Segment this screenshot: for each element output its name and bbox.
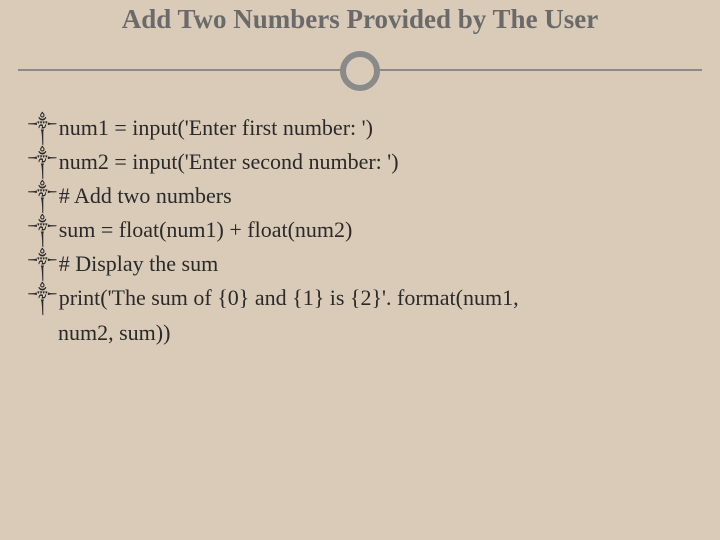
code-line: # Add two numbers	[59, 179, 692, 213]
list-item: ༒ num1 = input('Enter first number: ')	[28, 111, 692, 145]
code-line: # Display the sum	[59, 247, 692, 281]
code-line: print('The sum of {0} and {1} is {2}'. f…	[59, 281, 692, 315]
code-line: num2 = input('Enter second number: ')	[59, 145, 692, 179]
code-line: sum = float(num1) + float(num2)	[59, 213, 692, 247]
divider	[0, 47, 720, 93]
title-area: Add Two Numbers Provided by The User	[0, 0, 720, 45]
bullet-icon: ༒	[28, 111, 57, 145]
list-item: ༒ num2 = input('Enter second number: ')	[28, 145, 692, 179]
list-item: ༒ sum = float(num1) + float(num2)	[28, 213, 692, 247]
list-item: ༒ print('The sum of {0} and {1} is {2}'.…	[28, 281, 692, 315]
bullet-icon: ༒	[28, 281, 57, 315]
bullet-icon: ༒	[28, 179, 57, 213]
list-item: ༒ # Display the sum	[28, 247, 692, 281]
divider-circle-icon	[340, 51, 380, 91]
code-line: num1 = input('Enter first number: ')	[59, 111, 692, 145]
slide: Add Two Numbers Provided by The User ༒ n…	[0, 0, 720, 540]
bullet-icon: ༒	[28, 145, 57, 179]
slide-title: Add Two Numbers Provided by The User	[0, 4, 720, 45]
bullet-icon: ༒	[28, 247, 57, 281]
list-item: ༒ # Add two numbers	[28, 179, 692, 213]
code-line-continuation: num2, sum))	[28, 316, 692, 350]
content-area: ༒ num1 = input('Enter first number: ') ༒…	[0, 93, 720, 350]
bullet-icon: ༒	[28, 213, 57, 247]
